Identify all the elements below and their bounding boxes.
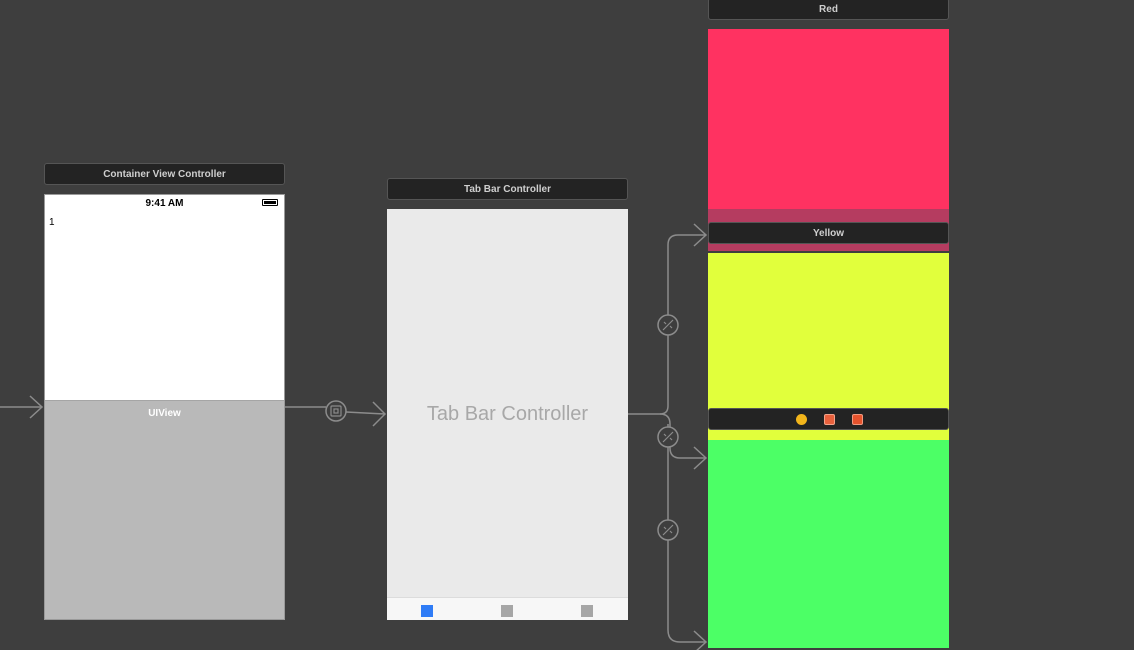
container-scene-title[interactable]: Container View Controller bbox=[44, 163, 285, 185]
green-view-controller-screen[interactable] bbox=[708, 440, 949, 648]
status-bar-time: 9:41 AM bbox=[145, 198, 184, 209]
tab-bar-controller-screen[interactable]: Tab Bar Controller bbox=[387, 209, 628, 620]
uiview-label: UIView bbox=[148, 408, 181, 419]
container-view-controller-screen[interactable]: 9:41 AM 1 UIView bbox=[44, 194, 285, 620]
exit-icon[interactable] bbox=[852, 414, 863, 425]
label-one[interactable]: 1 bbox=[49, 217, 55, 228]
tab-bar-controller-label: Tab Bar Controller bbox=[426, 403, 589, 425]
embed-segue-badge bbox=[325, 400, 347, 422]
red-scene-title[interactable]: Red bbox=[708, 0, 949, 20]
embed-segue-line-b bbox=[345, 411, 386, 415]
first-responder-icon[interactable] bbox=[796, 414, 807, 425]
container-uiview[interactable]: UIView bbox=[45, 400, 284, 619]
tab-bar[interactable] bbox=[387, 597, 628, 620]
tab-item-3-icon[interactable] bbox=[581, 605, 593, 617]
view-controller-icon[interactable] bbox=[824, 414, 835, 425]
tab-item-2-icon[interactable] bbox=[501, 605, 513, 617]
green-scene-dock[interactable] bbox=[708, 408, 949, 430]
yellow-scene-title[interactable]: Yellow bbox=[708, 222, 949, 244]
battery-icon bbox=[262, 199, 278, 206]
relationship-arrowhead-green bbox=[693, 630, 708, 650]
tab-bar-scene-title[interactable]: Tab Bar Controller bbox=[387, 178, 628, 200]
tab-item-1-icon[interactable] bbox=[421, 605, 433, 617]
